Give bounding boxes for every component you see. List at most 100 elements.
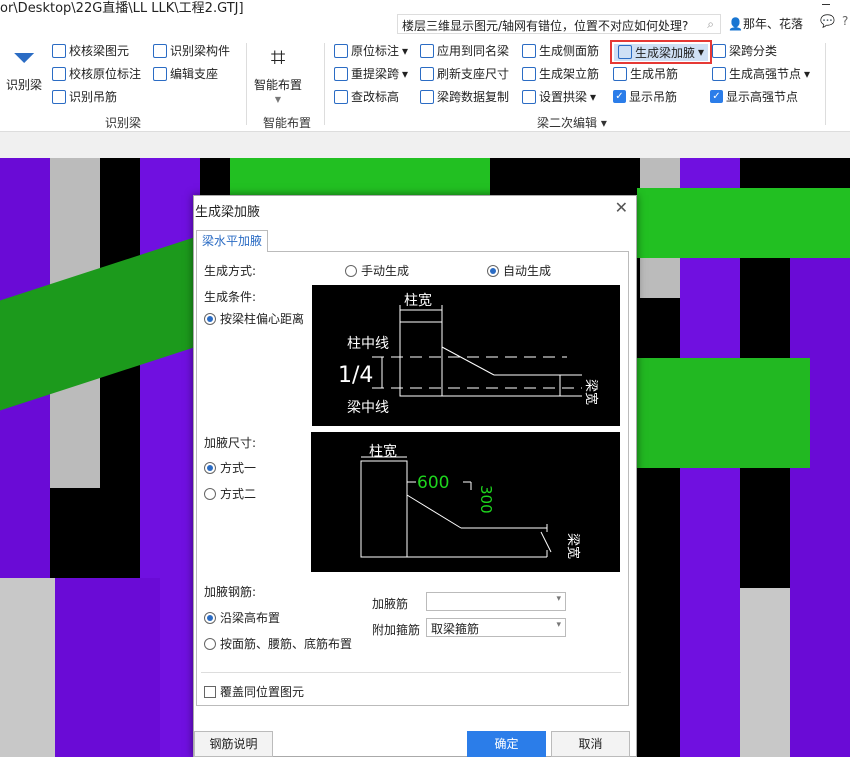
divider bbox=[324, 43, 325, 125]
tab-horizontal-haunch[interactable]: 梁水平加腋 bbox=[196, 230, 268, 252]
size-mode1-radio[interactable]: 方式一 bbox=[204, 459, 256, 476]
rebar-help-button[interactable]: 钢筋说明 bbox=[194, 731, 273, 757]
label: 600 bbox=[417, 473, 449, 493]
label: 梁跨数据复制 bbox=[437, 90, 510, 104]
span-classify-button[interactable]: 梁跨分类 bbox=[712, 42, 777, 59]
label: 自动生成 bbox=[503, 264, 552, 278]
group-label[interactable]: 梁二次编辑 ▾ bbox=[537, 114, 607, 131]
window-title: or\Desktop\22G直播\LL LLK\工程2.GTJ] bbox=[0, 1, 244, 16]
ok-button[interactable]: 确定 bbox=[467, 731, 546, 757]
show-hanger-checkbox[interactable]: ✓ 显示吊筋 bbox=[613, 88, 677, 105]
check-beam-button[interactable]: 校核梁图元 bbox=[52, 42, 129, 59]
radio-selected-icon bbox=[204, 612, 216, 624]
cancel-button[interactable]: 取消 bbox=[551, 731, 630, 757]
label: 梁跨分类 bbox=[729, 44, 778, 58]
user-name: 那年、花落 bbox=[742, 17, 803, 31]
in-situ-annotation-button[interactable]: 原位标注 ▾ bbox=[334, 42, 408, 59]
size-mode2-radio[interactable]: 方式二 bbox=[204, 485, 256, 502]
label: 编辑支座 bbox=[170, 67, 219, 81]
arch-icon bbox=[522, 89, 536, 104]
radio-icon bbox=[345, 265, 357, 277]
node-icon bbox=[712, 66, 726, 81]
side-rebar-button[interactable]: 生成侧面筋 bbox=[522, 42, 599, 59]
close-icon[interactable]: ✕ bbox=[615, 198, 628, 217]
beam bbox=[637, 188, 850, 258]
beam bbox=[637, 358, 810, 468]
radio-icon bbox=[204, 638, 216, 650]
divider bbox=[246, 43, 247, 125]
label: 生成吊筋 bbox=[630, 67, 679, 81]
identify-hanger-button[interactable]: 识别吊筋 bbox=[52, 88, 117, 105]
group-label: 智能布置 bbox=[263, 116, 312, 130]
generate-haunch-button[interactable]: 生成梁加腋 ▾ bbox=[610, 40, 712, 64]
smart-layout-button[interactable]: ⌗ 智能布置 ▼ bbox=[254, 42, 302, 104]
haunch-icon bbox=[618, 45, 632, 59]
arch-beam-button[interactable]: 设置拱梁 ▾ bbox=[522, 88, 596, 105]
eccentric-radio[interactable]: 按梁柱偏心距离 bbox=[204, 310, 304, 327]
label: 校核梁图元 bbox=[69, 44, 130, 58]
label: 300 bbox=[477, 485, 495, 514]
identify-beam-button[interactable]: ⏷ 识别梁 bbox=[6, 42, 42, 93]
divider bbox=[825, 43, 826, 125]
condition-label: 生成条件: bbox=[204, 290, 257, 304]
hanger-icon bbox=[52, 89, 66, 104]
label: 生成架立筋 bbox=[539, 67, 600, 81]
by-face-rebar-radio[interactable]: 按面筋、腰筋、底筋布置 bbox=[204, 635, 352, 652]
extra-stirrup-select[interactable]: 取梁箍筋 bbox=[426, 618, 566, 637]
radio-icon bbox=[204, 488, 216, 500]
auto-radio[interactable]: 自动生成 bbox=[487, 262, 551, 279]
check-icon bbox=[52, 43, 66, 58]
label: 识别梁 bbox=[6, 78, 43, 92]
grid-icon: ⌗ bbox=[270, 43, 286, 73]
minimize-icon[interactable] bbox=[822, 4, 830, 5]
chevron-down-icon: ▼ bbox=[274, 95, 282, 104]
check-annotation-button[interactable]: 校核原位标注 bbox=[52, 65, 141, 82]
ribbon: ⏷ 识别梁 校核梁图元 校核原位标注 识别吊筋 识别梁构件 编辑支座 识别梁 ⌗ 智… bbox=[0, 38, 850, 132]
refresh-support-button[interactable]: 刷新支座尺寸 bbox=[420, 65, 509, 82]
help-icon[interactable]: ? bbox=[842, 14, 848, 28]
apply-icon bbox=[420, 43, 434, 58]
size-label: 加腋尺寸: bbox=[204, 436, 257, 450]
label: 显示高强节点 bbox=[726, 90, 799, 104]
label: 覆盖同位置图元 bbox=[220, 685, 305, 699]
check-icon bbox=[52, 66, 66, 81]
refresh-icon bbox=[420, 66, 434, 81]
checkbox-checked-icon: ✓ bbox=[710, 90, 723, 103]
label: 梁宽 bbox=[565, 533, 581, 559]
identify-component-button[interactable]: 识别梁构件 bbox=[153, 42, 230, 59]
label: 生成侧面筋 bbox=[539, 44, 600, 58]
generate-hanger-button[interactable]: 生成吊筋 bbox=[613, 65, 678, 82]
chat-icon[interactable]: 💬 bbox=[820, 14, 835, 28]
re-extract-span-button[interactable]: 重提梁跨 ▾ bbox=[334, 65, 408, 82]
hanger-icon bbox=[613, 66, 627, 81]
user-avatar[interactable]: 👤那年、花落 bbox=[728, 15, 803, 32]
along-height-radio[interactable]: 沿梁高布置 bbox=[204, 609, 280, 626]
edit-elevation-button[interactable]: 查改标高 bbox=[334, 88, 399, 105]
annotation-icon bbox=[334, 43, 348, 58]
rebar-label: 加腋钢筋: bbox=[204, 585, 257, 599]
overwrite-checkbox[interactable]: 覆盖同位置图元 bbox=[204, 683, 304, 700]
apply-same-name-button[interactable]: 应用到同名梁 bbox=[420, 42, 509, 59]
beam bbox=[230, 158, 490, 198]
column bbox=[740, 588, 790, 757]
label: 智能布置 bbox=[254, 78, 303, 92]
label: 生成高强节点 bbox=[729, 67, 802, 81]
dialog-title: 生成梁加腋 bbox=[195, 205, 261, 220]
edit-support-button[interactable]: 编辑支座 bbox=[153, 65, 218, 82]
erection-rebar-button[interactable]: 生成架立筋 bbox=[522, 65, 599, 82]
show-high-strength-checkbox[interactable]: ✓ 显示高强节点 bbox=[710, 88, 798, 105]
label: 1/4 bbox=[338, 363, 373, 388]
extra-stirrup-label: 附加箍筋 bbox=[372, 623, 421, 637]
copy-span-data-button[interactable]: 梁跨数据复制 bbox=[420, 88, 509, 105]
search-icon[interactable]: ⌕ bbox=[707, 17, 714, 32]
help-search-input[interactable]: 楼层三维显示图元/轴网有错位，位置不对应如何处理? ⌕ bbox=[397, 14, 721, 34]
label: 应用到同名梁 bbox=[437, 44, 510, 58]
label: 沿梁高布置 bbox=[220, 611, 281, 625]
radio-selected-icon bbox=[204, 313, 216, 325]
label: 校核原位标注 bbox=[69, 67, 142, 81]
manual-radio[interactable]: 手动生成 bbox=[345, 262, 409, 279]
label: 柱宽 bbox=[369, 443, 397, 460]
label: 刷新支座尺寸 bbox=[437, 67, 510, 81]
haunch-rebar-select[interactable] bbox=[426, 592, 566, 611]
high-strength-node-button[interactable]: 生成高强节点 ▾ bbox=[712, 65, 810, 82]
